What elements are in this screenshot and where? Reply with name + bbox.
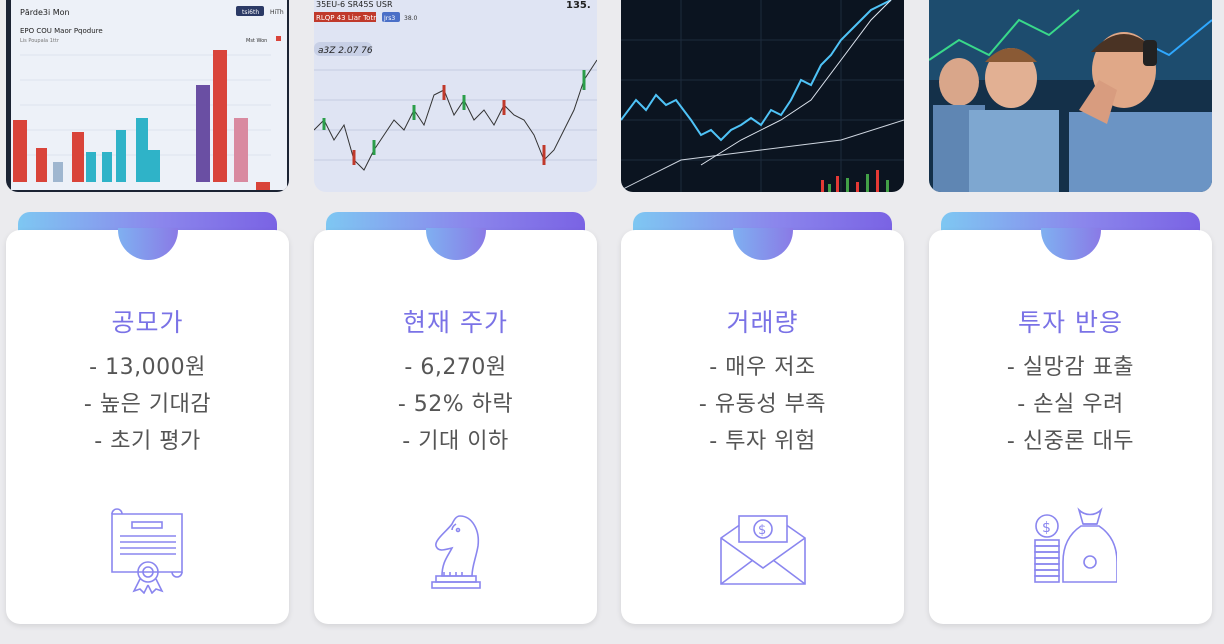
photo-price-tag: a3Z 2.07 76 [318, 46, 373, 56]
photo-chart-legend: Mst Won [246, 38, 267, 44]
card-point: - 투자 위험 [709, 429, 816, 454]
photo-chart-subtitle: EPO COU Maor Pqodure [20, 27, 103, 35]
photo-price-corner: 135. [566, 0, 591, 11]
svg-text:$: $ [1042, 520, 1051, 536]
card-title: 투자 반응 [1018, 308, 1123, 337]
card-point: - 높은 기대감 [83, 392, 212, 417]
card-title: 거래량 [726, 308, 799, 337]
photo-chart-caption: Lis Poupala 1ttr [20, 38, 60, 44]
photo-header: 35EU-6 SR45S USR [316, 0, 393, 9]
card-point: - 손실 우려 [1017, 392, 1124, 417]
info-card: 거래량 - 매우 저조 - 유동성 부족 - 투자 위험 $ [621, 228, 904, 624]
card-point: - 신중론 대두 [1006, 429, 1135, 454]
card-points: - 6,270원 - 52% 하락 - 기대 이하 [314, 349, 597, 460]
photo-chart-button: tsi6th [242, 9, 259, 16]
card-point: - 유동성 부족 [698, 392, 827, 417]
candlestick-photo: 35EU-6 SR45S USR 135. RLQP 43 Liar Totr … [314, 0, 597, 192]
card-notch [118, 228, 178, 260]
stock-screen-photo [621, 0, 904, 192]
card-point: - 52% 하락 [397, 392, 514, 417]
card-points: - 13,000원 - 높은 기대감 - 초기 평가 [6, 349, 289, 460]
svg-text:$: $ [758, 523, 766, 538]
card-point: - 초기 평가 [94, 429, 201, 454]
traders-photo [929, 0, 1212, 192]
certificate-icon [102, 502, 194, 595]
photo-ticker: RLQP 43 Liar Totr [316, 14, 376, 22]
card-notch [1041, 228, 1101, 260]
money-envelope-icon: $ [717, 502, 809, 594]
bar-chart-photo: Pārde3i Mon tsi6th HiTh EPO COU Maor Pqo… [6, 0, 289, 192]
info-card: 현재 주가 - 6,270원 - 52% 하락 - 기대 이하 [314, 228, 597, 624]
info-card: 투자 반응 - 실망감 표출 - 손실 우려 - 신중론 대두 $ [929, 228, 1212, 624]
card-point: - 13,000원 [89, 355, 206, 380]
card-point: - 실망감 표출 [1006, 355, 1135, 380]
money-bag-coins-icon: $ [1025, 502, 1118, 594]
card-points: - 매우 저조 - 유동성 부족 - 투자 위험 [621, 349, 904, 460]
card-point: - 6,270원 [404, 355, 507, 380]
photo-chart-button-2: HiTh [270, 9, 284, 16]
photo-badge-value: 38.0 [404, 15, 418, 22]
card-points: - 실망감 표출 - 손실 우려 - 신중론 대두 [929, 349, 1212, 460]
card-notch [733, 228, 793, 260]
card-title: 공모가 [111, 308, 184, 337]
chess-knight-icon [410, 502, 502, 594]
card-point: - 기대 이하 [402, 429, 509, 454]
info-card: 공모가 - 13,000원 - 높은 기대감 - 초기 평가 [6, 228, 289, 624]
card-notch [426, 228, 486, 260]
card-point: - 매우 저조 [709, 355, 816, 380]
photo-chart-title: Pārde3i Mon [20, 8, 70, 17]
photo-badge: Jrs3 [383, 15, 395, 22]
card-title: 현재 주가 [403, 308, 508, 337]
